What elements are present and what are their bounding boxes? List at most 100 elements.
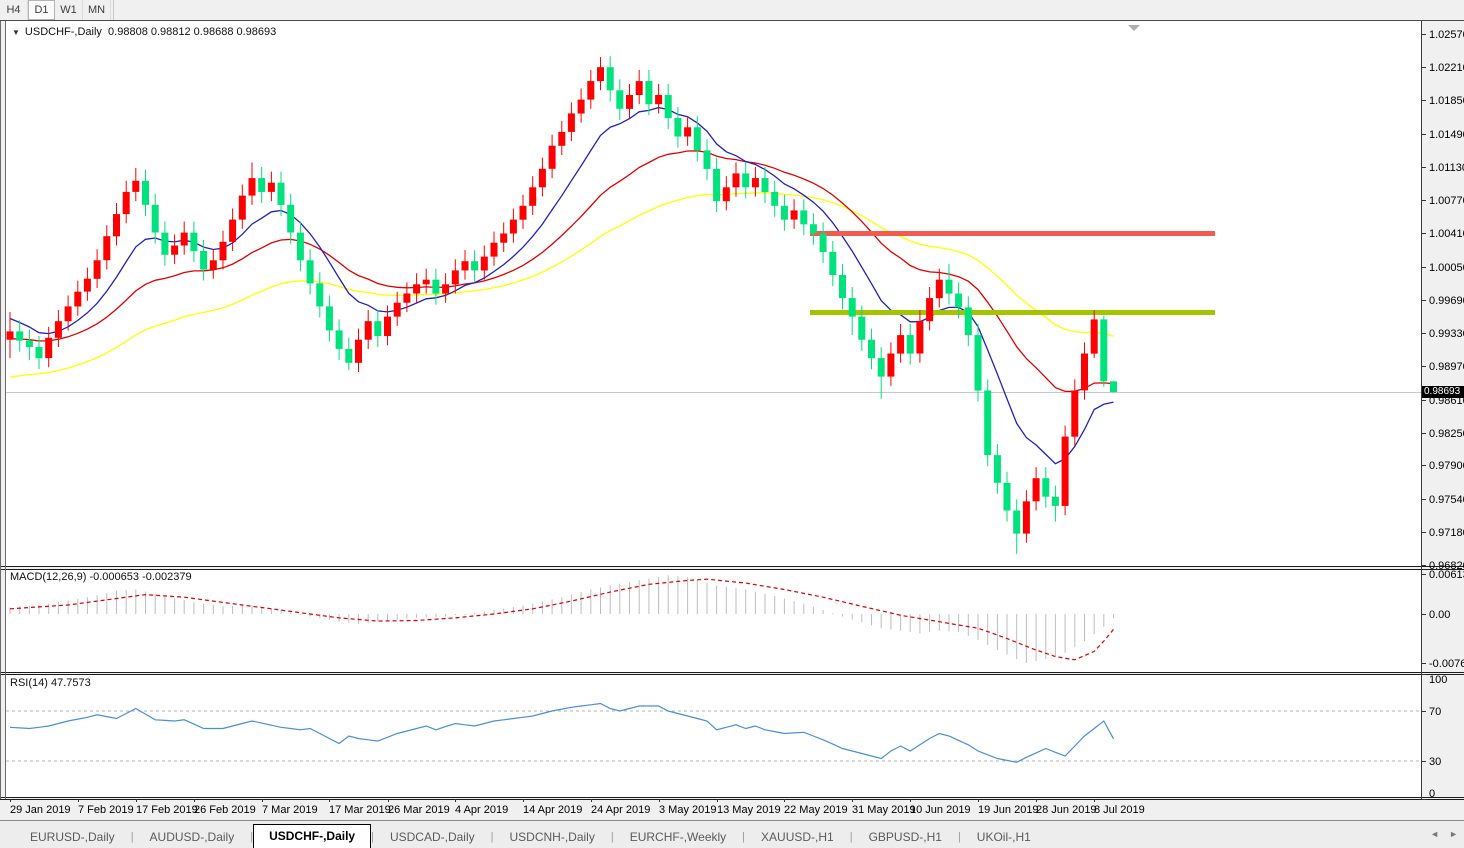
- chart-tab-gbpusd-h1[interactable]: GBPUSD-,H1: [853, 826, 958, 848]
- chart-tab-ukoil-h1[interactable]: UKOil-,H1: [961, 826, 1047, 848]
- price-axis-tick: [1422, 134, 1426, 135]
- resistance-level-line: [810, 231, 1215, 236]
- price-axis-label: 1.00410: [1429, 228, 1464, 240]
- chart-tab-xauusd-h1[interactable]: XAUUSD-,H1: [745, 826, 850, 848]
- macd-histogram-bar: [213, 605, 214, 614]
- candle-body: [868, 340, 875, 359]
- candle-body: [684, 127, 691, 136]
- candle-body: [355, 340, 362, 363]
- macd-histogram-bar: [929, 614, 930, 632]
- candle-body: [452, 270, 459, 284]
- candle-body: [558, 132, 565, 146]
- macd-histogram-bar: [406, 614, 407, 619]
- candle-body: [733, 173, 740, 187]
- candle-body: [491, 243, 498, 257]
- tab-scroll-buttons: ◄ ►: [1430, 827, 1458, 841]
- macd-histogram-bar: [600, 588, 601, 614]
- candle-body: [1100, 319, 1107, 381]
- macd-histogram-bar: [503, 609, 504, 614]
- price-axis-label: 0.99690: [1429, 295, 1464, 307]
- tab-scroll-right-icon[interactable]: ►: [1449, 827, 1458, 841]
- pane-separator: [0, 797, 1464, 798]
- macd-histogram-bar: [319, 614, 320, 618]
- macd-histogram-bar: [968, 614, 969, 636]
- macd-histogram-bar: [871, 614, 872, 625]
- macd-histogram-bar: [842, 614, 843, 617]
- date-axis-label: 14 Apr 2019: [523, 804, 582, 816]
- date-axis-tick: [978, 799, 979, 802]
- macd-axis-tick: [1422, 663, 1426, 664]
- macd-histogram-bar: [629, 582, 630, 614]
- price-axis-label: 0.98250: [1429, 428, 1464, 440]
- rsi-axis-label: 70: [1429, 706, 1441, 718]
- rsi-axis-tick: [1422, 799, 1426, 800]
- candle-body: [616, 90, 623, 109]
- candle-body: [849, 298, 856, 317]
- price-axis-label: 1.00050: [1429, 262, 1464, 274]
- candle-body: [1052, 497, 1059, 506]
- window-left-border: [0, 21, 1, 799]
- chart-tab-eurusd-daily[interactable]: EURUSD-,Daily: [14, 826, 131, 848]
- date-axis-tick: [262, 799, 263, 802]
- candle-body: [190, 233, 197, 252]
- macd-histogram-bar: [552, 599, 553, 614]
- price-axis-tick: [1422, 200, 1426, 201]
- chart-canvas[interactable]: 1.025701.022101.018501.014901.011301.007…: [0, 0, 1464, 820]
- candle-body: [500, 234, 507, 243]
- pane-separator: [0, 566, 1464, 567]
- candle-body: [887, 354, 894, 377]
- macd-histogram-bar: [48, 604, 49, 614]
- candle-body: [113, 214, 120, 236]
- macd-histogram-bar: [813, 607, 814, 614]
- candle-body: [994, 455, 1001, 483]
- tab-scroll-left-icon[interactable]: ◄: [1430, 827, 1439, 841]
- candle-body: [152, 205, 159, 233]
- candle-body: [713, 169, 720, 201]
- chart-tab-audusd-daily[interactable]: AUDUSD-,Daily: [134, 826, 251, 848]
- macd-histogram-bar: [697, 580, 698, 614]
- macd-histogram-bar: [348, 614, 349, 623]
- macd-histogram-bar: [184, 600, 185, 614]
- window-top-border: [0, 20, 1464, 21]
- candle-body: [462, 261, 469, 270]
- candle-body: [1033, 478, 1040, 501]
- chart-tab-usdcad-daily[interactable]: USDCAD-,Daily: [374, 826, 491, 848]
- candle-body: [132, 181, 139, 192]
- candle-body: [975, 335, 982, 390]
- candle-body: [103, 236, 110, 260]
- macd-histogram-bar: [774, 596, 775, 614]
- macd-histogram-bar: [58, 602, 59, 614]
- date-axis-tick: [784, 799, 785, 802]
- chart-tab-eurchf-weekly[interactable]: EURCHF-,Weekly: [614, 826, 742, 848]
- candle-body: [529, 187, 536, 206]
- candle-body: [1091, 319, 1098, 353]
- macd-histogram-bar: [619, 584, 620, 614]
- candle-body: [471, 261, 478, 270]
- macd-histogram-bar: [465, 614, 466, 615]
- candle-body: [239, 196, 246, 220]
- chart-quote-ohlc: 0.98808 0.98812 0.98688 0.98693: [108, 26, 276, 38]
- chart-tab-usdcnh-daily[interactable]: USDCNH-,Daily: [494, 826, 611, 848]
- candle-body: [316, 283, 323, 306]
- candle-body: [926, 298, 933, 321]
- date-axis-label: 3 May 2019: [659, 804, 716, 816]
- macd-histogram-bar: [639, 580, 640, 614]
- macd-pane-bg: [5, 569, 1421, 672]
- date-axis-tick: [329, 799, 330, 802]
- macd-indicator-label: MACD(12,26,9) -0.000653 -0.002379: [10, 571, 192, 583]
- date-axis-label: 10 Jun 2019: [910, 804, 971, 816]
- macd-histogram-bar: [755, 592, 756, 614]
- macd-histogram-bar: [39, 605, 40, 614]
- macd-histogram-bar: [435, 614, 436, 617]
- candle-body: [220, 242, 227, 260]
- candle-body: [287, 205, 294, 233]
- candle-body: [297, 233, 304, 261]
- chart-tab-usdchf-daily[interactable]: USDCHF-,Daily: [253, 824, 371, 848]
- macd-histogram-bar: [571, 595, 572, 614]
- price-axis-label: 1.01490: [1429, 129, 1464, 141]
- collapse-chart-icon[interactable]: ▼: [12, 28, 20, 37]
- macd-histogram-bar: [610, 586, 611, 614]
- mt4-window: H4 D1 W1 MN 1.025701.022101.018501.01490…: [0, 0, 1464, 848]
- macd-histogram-bar: [1045, 614, 1046, 659]
- macd-histogram-bar: [174, 598, 175, 614]
